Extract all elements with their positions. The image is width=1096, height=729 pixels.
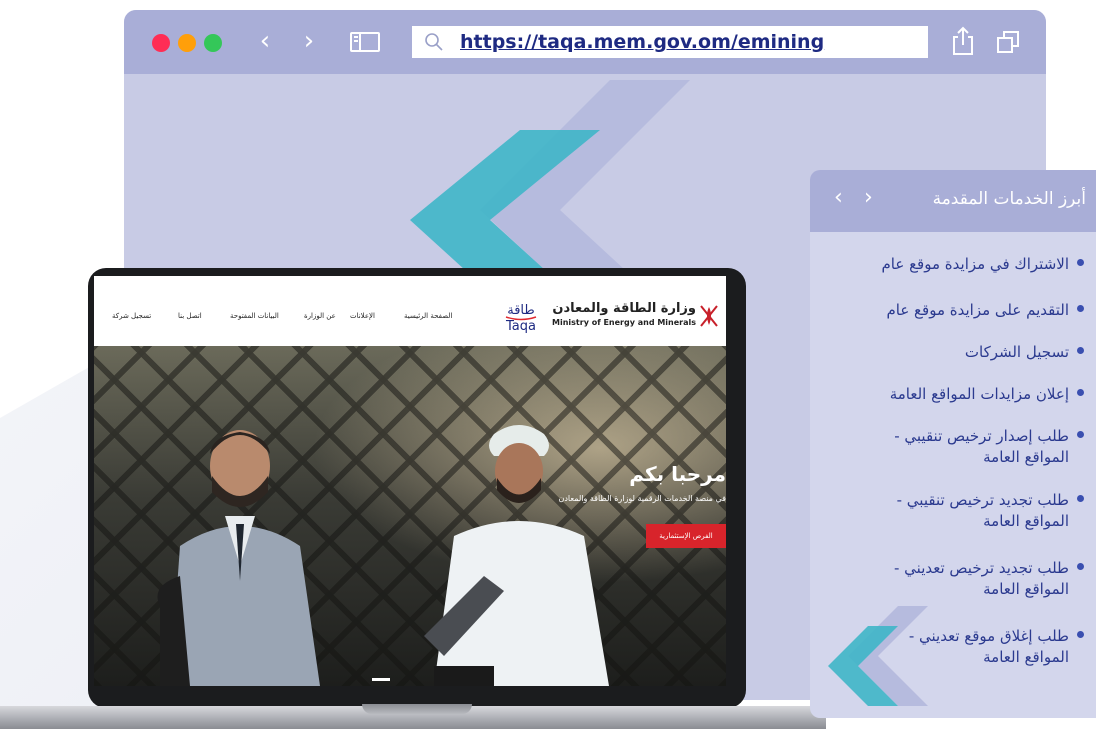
taqa-logo: طاقة Taqa bbox=[505, 303, 537, 334]
hero-banner: مرحبا بكم في منصة الخدمات الرقمية لوزارة… bbox=[94, 346, 726, 686]
service-item[interactable]: التقديم على مزايدة موقع عام bbox=[886, 300, 1084, 321]
bullet-icon bbox=[1077, 431, 1084, 438]
ministry-name-en: Ministry of Energy and Minerals bbox=[552, 318, 696, 327]
slider-indicator[interactable] bbox=[372, 678, 390, 681]
service-item[interactable]: إعلان مزايدات المواقع العامة bbox=[890, 384, 1084, 405]
tabs-icon[interactable] bbox=[996, 30, 1020, 54]
ministry-name-ar: وزارة الطاقة والمعادن bbox=[552, 301, 696, 316]
chevron-decoration-icon bbox=[828, 606, 928, 706]
sidebar-toggle-icon[interactable] bbox=[350, 32, 380, 52]
minimize-window-button[interactable] bbox=[178, 34, 196, 52]
browser-toolbar: ‹ › https://taqa.mem.gov.om/emining bbox=[124, 10, 1046, 74]
service-item[interactable]: الاشتراك في مزايدة موقع عام bbox=[882, 254, 1084, 275]
taqa-logo-en: Taqa bbox=[505, 319, 536, 334]
nav-open-data[interactable]: البيانات المفتوحة bbox=[230, 312, 279, 320]
person-suit-image bbox=[157, 430, 320, 686]
bullet-icon bbox=[1077, 347, 1084, 354]
bullet-icon bbox=[1077, 563, 1084, 570]
person-dishdasha-image bbox=[424, 425, 609, 686]
maximize-window-button[interactable] bbox=[204, 34, 222, 52]
bullet-icon bbox=[1077, 495, 1084, 502]
chevron-right-icon[interactable]: › bbox=[296, 26, 322, 56]
nav-about[interactable]: عن الوزارة bbox=[304, 312, 336, 320]
service-item[interactable]: طلب تجديد ترخيص تنقيبي - المواقع العامة bbox=[897, 490, 1084, 532]
service-item[interactable]: طلب إصدار ترخيص تنقيبي - المواقع العامة bbox=[894, 426, 1084, 468]
bullet-icon bbox=[1077, 305, 1084, 312]
service-item[interactable]: طلب تجديد ترخيص تعديني - المواقع العامة bbox=[894, 558, 1084, 600]
laptop-notch bbox=[362, 704, 472, 714]
search-icon bbox=[425, 33, 443, 51]
oman-emblem-icon bbox=[700, 305, 718, 327]
nav-announcements[interactable]: الإعلانات bbox=[350, 312, 375, 320]
share-icon[interactable] bbox=[950, 26, 976, 56]
investment-opportunities-button[interactable]: الفرص الإستثمارية bbox=[646, 524, 726, 548]
bullet-icon bbox=[1077, 631, 1084, 638]
nav-contact[interactable]: اتصل بنا bbox=[178, 312, 202, 320]
site-header: تسجيل شركة اتصل بنا البيانات المفتوحة عن… bbox=[94, 276, 726, 346]
hero-title: مرحبا بكم bbox=[629, 462, 726, 486]
service-item[interactable]: تسجيل الشركات bbox=[965, 342, 1084, 363]
taqa-logo-ar: طاقة bbox=[507, 303, 535, 318]
nav-register-company[interactable]: تسجيل شركة bbox=[112, 312, 151, 320]
bullet-icon bbox=[1077, 259, 1084, 266]
hero-subtitle: في منصة الخدمات الرقمية لوزارة الطاقة وا… bbox=[558, 494, 726, 503]
chevron-left-icon[interactable]: ‹ bbox=[252, 26, 278, 56]
bullet-icon bbox=[1077, 389, 1084, 396]
ministry-name: وزارة الطاقة والمعادن Ministry of Energy… bbox=[552, 301, 696, 327]
url-text[interactable]: https://taqa.mem.gov.om/emining bbox=[460, 31, 824, 53]
address-bar[interactable]: https://taqa.mem.gov.om/emining bbox=[412, 26, 928, 58]
nav-home[interactable]: الصفحة الرئيسية bbox=[404, 312, 452, 320]
services-panel: ‹ › أبرز الخدمات المقدمة الاشتراك في مزا… bbox=[810, 170, 1096, 718]
laptop-screen: تسجيل شركة اتصل بنا البيانات المفتوحة عن… bbox=[94, 276, 726, 686]
close-window-button[interactable] bbox=[152, 34, 170, 52]
